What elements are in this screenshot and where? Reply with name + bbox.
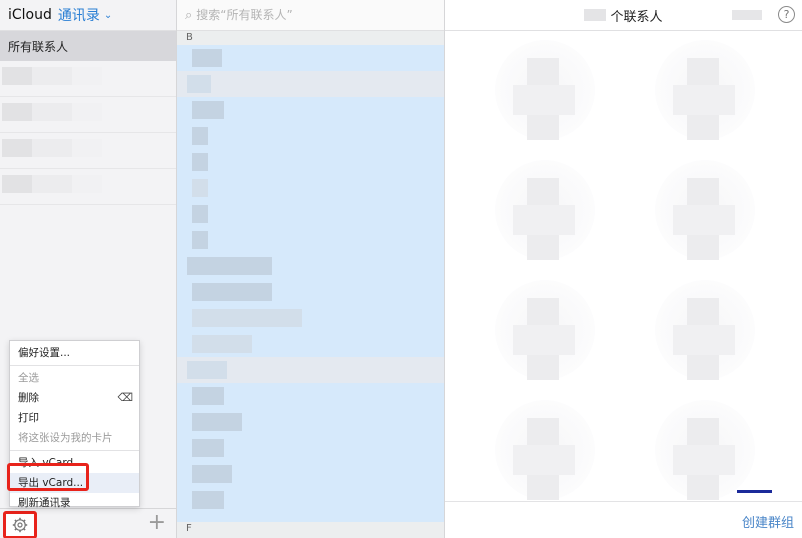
menu-item-set-my-card: 将这张设为我的卡片 xyxy=(18,432,113,444)
section-header-b: B xyxy=(177,31,444,45)
blurred-tile xyxy=(495,160,605,270)
contact-rows xyxy=(177,45,444,522)
group-item[interactable] xyxy=(0,103,176,133)
section-header-f: F xyxy=(177,522,444,538)
contact-row[interactable] xyxy=(177,435,444,461)
contact-row[interactable] xyxy=(177,357,444,383)
contact-row[interactable] xyxy=(177,331,444,357)
menu-item-print[interactable]: 打印 xyxy=(10,408,139,428)
contact-row[interactable] xyxy=(177,123,444,149)
blurred-tile xyxy=(655,40,765,150)
group-item[interactable] xyxy=(0,139,176,169)
settings-button[interactable] xyxy=(3,511,37,538)
contact-list: ⌕ B F xyxy=(177,0,445,538)
export-highlight-box xyxy=(7,463,89,491)
contact-row[interactable] xyxy=(177,175,444,201)
search-input[interactable] xyxy=(196,8,417,22)
add-contact-button[interactable]: + xyxy=(148,511,166,535)
menu-separator xyxy=(10,450,139,451)
contact-count-blur xyxy=(584,9,607,21)
contact-row[interactable] xyxy=(177,461,444,487)
header-blur xyxy=(732,10,762,20)
blurred-tile xyxy=(655,160,765,270)
new-group-button[interactable]: 创建群组 xyxy=(742,512,794,531)
group-item[interactable] xyxy=(0,175,176,205)
contact-row[interactable] xyxy=(177,97,444,123)
group-all-contacts[interactable]: 所有联系人 xyxy=(0,31,176,61)
group-item[interactable] xyxy=(0,67,176,97)
menu-item-preferences[interactable]: 偏好设置... xyxy=(10,343,139,363)
search-bar: ⌕ xyxy=(177,0,444,31)
help-icon[interactable]: ? xyxy=(778,6,795,23)
contact-row[interactable] xyxy=(177,279,444,305)
contacts-app: iCloud 通讯录 ⌄ 所有联系人 + 偏好设置... 全选 删除 ⌫ 打印 … xyxy=(0,0,802,538)
blurred-tile xyxy=(495,40,605,150)
contact-row[interactable] xyxy=(177,201,444,227)
blurred-tile xyxy=(495,400,605,510)
delete-key-icon: ⌫ xyxy=(117,391,133,404)
detail-header: 个联系人 ? xyxy=(445,0,802,31)
menu-item-select-all: 全选 xyxy=(18,372,39,384)
contact-count-label: 个联系人 xyxy=(610,9,663,25)
menu-separator xyxy=(10,365,139,366)
app-switcher[interactable]: 通讯录 xyxy=(58,5,100,25)
contact-row[interactable] xyxy=(177,383,444,409)
menu-item-delete-label: 删除 xyxy=(18,392,39,404)
search-icon: ⌕ xyxy=(185,7,193,23)
app-header: iCloud 通讯录 ⌄ xyxy=(0,0,176,31)
blurred-tile xyxy=(655,400,765,510)
brand-label: iCloud xyxy=(8,7,52,23)
contact-row[interactable] xyxy=(177,71,444,97)
gear-icon xyxy=(12,517,28,533)
placeholder-tiles xyxy=(445,40,802,500)
contact-row[interactable] xyxy=(177,227,444,253)
contact-row[interactable] xyxy=(177,149,444,175)
detail-footer: 创建群组 xyxy=(445,490,802,538)
contact-detail-panel: 个联系人 ? 创建群组 xyxy=(445,0,802,538)
menu-item-refresh[interactable]: 刷新通讯录 xyxy=(10,493,139,513)
blurred-tile xyxy=(655,280,765,390)
scroll-indicator xyxy=(737,490,772,493)
chevron-down-icon[interactable]: ⌄ xyxy=(104,10,112,21)
contact-row[interactable] xyxy=(177,409,444,435)
contact-row[interactable] xyxy=(177,253,444,279)
blurred-tile xyxy=(495,280,605,390)
contact-row[interactable] xyxy=(177,305,444,331)
contact-row[interactable] xyxy=(177,487,444,513)
contact-row[interactable] xyxy=(177,45,444,71)
menu-item-delete[interactable]: 删除 ⌫ xyxy=(10,388,139,408)
